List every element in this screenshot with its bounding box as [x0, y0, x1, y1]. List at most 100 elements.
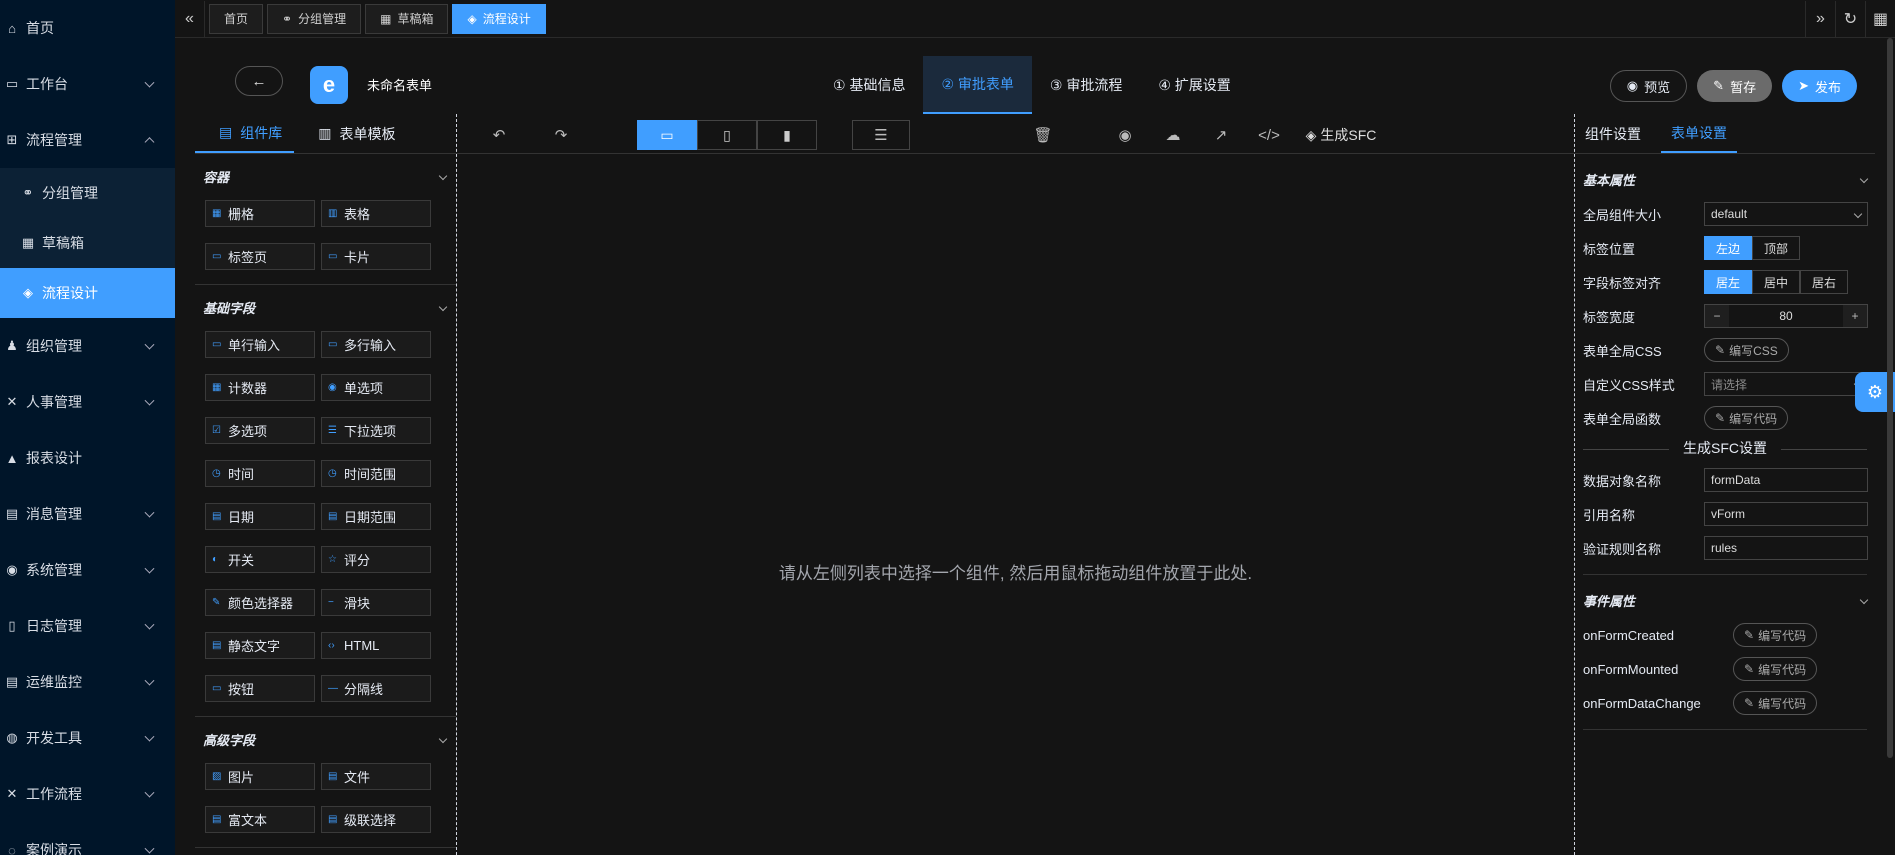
section-header[interactable]: 高级字段: [195, 727, 456, 751]
refresh-icon[interactable]: ↻: [1835, 0, 1865, 37]
edit-event-code-label: 编写代码: [1758, 662, 1807, 677]
label-position-left[interactable]: 左边: [1704, 236, 1753, 260]
component-item[interactable]: ☰ 下拉选项: [321, 417, 431, 444]
preview-button[interactable]: ◉ 预览: [1609, 70, 1688, 102]
sidebar-item-8[interactable]: ▲ 报表设计: [0, 430, 175, 486]
mobile-icon[interactable]: ▮: [757, 120, 817, 150]
sidebar-item-12[interactable]: ▤ 运维监控: [0, 654, 175, 710]
redo-icon[interactable]: ↷: [549, 120, 573, 150]
edit-css-button[interactable]: ✎ 编写CSS: [1704, 338, 1789, 362]
tab-0[interactable]: 首页: [209, 3, 264, 34]
component-item[interactable]: ▭ 标签页: [205, 243, 315, 270]
save-draft-button[interactable]: ✎ 暂存: [1697, 70, 1773, 102]
sidebar-item-2[interactable]: ⊞ 流程管理: [0, 112, 175, 168]
component-item[interactable]: ▤ 富文本: [205, 806, 315, 833]
component-item[interactable]: ▤ 日期: [205, 503, 315, 530]
generate-sfc-button[interactable]: ◈ 生成SFC: [1301, 120, 1381, 150]
component-item[interactable]: ◷ 时间范围: [321, 460, 431, 487]
step-3[interactable]: ③ 审批流程: [1032, 56, 1140, 114]
publish-button[interactable]: ➤ 发布: [1782, 70, 1857, 102]
grid-menu-icon[interactable]: ▦: [1865, 0, 1895, 37]
component-item[interactable]: ✎ 颜色选择器: [205, 589, 315, 616]
edit-func-button[interactable]: ✎ 编写代码: [1704, 406, 1789, 430]
sidebar-item-11[interactable]: ▯ 日志管理: [0, 598, 175, 654]
sidebar-item-3[interactable]: ⚭ 分组管理: [0, 168, 175, 218]
event-properties-header[interactable]: 事件属性: [1575, 585, 1875, 615]
basic-properties-header[interactable]: 基本属性: [1575, 164, 1875, 194]
code-icon[interactable]: </>: [1257, 120, 1281, 150]
edit-event-code-button[interactable]: ✎ 编写代码: [1733, 691, 1818, 715]
collapse-left-icon[interactable]: «: [175, 0, 205, 37]
component-item[interactable]: ▭ 卡片: [321, 243, 431, 270]
component-item[interactable]: ‹› HTML: [321, 632, 431, 659]
label-width-value[interactable]: 80: [1729, 305, 1843, 327]
edit-event-code-button[interactable]: ✎ 编写代码: [1733, 657, 1818, 681]
step-4[interactable]: ④ 扩展设置: [1140, 56, 1248, 114]
tab-component-library[interactable]: ▤ 组件库: [195, 114, 295, 153]
undo-icon[interactable]: ↶: [487, 120, 511, 150]
align-center[interactable]: 居中: [1752, 270, 1801, 294]
tablet-icon[interactable]: ▯: [697, 120, 757, 150]
sidebar-item-9[interactable]: ▤ 消息管理: [0, 486, 175, 542]
component-item[interactable]: ▦ 计数器: [205, 374, 315, 401]
component-item[interactable]: ▤ 文件: [321, 763, 431, 790]
component-item[interactable]: ▤ 级联选择: [321, 806, 431, 833]
preview-eye-icon[interactable]: ◉: [1113, 120, 1137, 150]
component-item[interactable]: ▭ 按钮: [205, 675, 315, 702]
tab-component-settings[interactable]: 组件设置: [1575, 114, 1651, 153]
step-1[interactable]: ① 基础信息: [815, 56, 923, 114]
scrollbar[interactable]: [1887, 38, 1893, 758]
component-item[interactable]: ◉ 单选项: [321, 374, 431, 401]
edit-event-code-button[interactable]: ✎ 编写代码: [1733, 623, 1818, 647]
plus-icon[interactable]: +: [1843, 305, 1867, 327]
component-item[interactable]: ▤ 静态文字: [205, 632, 315, 659]
ref-name-input[interactable]: vForm: [1704, 502, 1868, 526]
back-button[interactable]: ←: [235, 66, 283, 96]
sidebar-item-5[interactable]: ◈ 流程设计: [0, 268, 175, 318]
sidebar-item-14[interactable]: ✕ 工作流程: [0, 766, 175, 822]
custom-css-select[interactable]: 请选择: [1704, 372, 1868, 396]
component-item[interactable]: ▤ 日期范围: [321, 503, 431, 530]
sidebar-item-7[interactable]: ✕ 人事管理: [0, 374, 175, 430]
tab-form-templates[interactable]: ▥ 表单模板: [294, 114, 407, 153]
component-item[interactable]: ▭ 多行输入: [321, 331, 431, 358]
align-right[interactable]: 居右: [1800, 270, 1849, 294]
delete-icon[interactable]: 🗑: [1031, 120, 1055, 150]
tab-form-settings[interactable]: 表单设置: [1661, 114, 1737, 153]
step-2[interactable]: ② 审批表单: [923, 56, 1032, 114]
sidebar-item-10[interactable]: ◉ 系统管理: [0, 542, 175, 598]
sidebar-item-13[interactable]: ◍ 开发工具: [0, 710, 175, 766]
component-item[interactable]: ▦ 栅格: [205, 200, 315, 227]
component-item[interactable]: − 滑块: [321, 589, 431, 616]
minus-icon[interactable]: −: [1705, 305, 1729, 327]
component-item[interactable]: ◷ 时间: [205, 460, 315, 487]
sidebar-item-4[interactable]: ▦ 草稿箱: [0, 218, 175, 268]
tab-1[interactable]: ⚭ 分组管理: [267, 3, 362, 34]
size-select[interactable]: default: [1704, 202, 1868, 226]
upload-icon[interactable]: ☁: [1161, 120, 1185, 150]
component-item[interactable]: — 分隔线: [321, 675, 431, 702]
rules-name-input[interactable]: rules: [1704, 536, 1868, 560]
tree-view-icon[interactable]: ☰: [852, 120, 910, 150]
sidebar-item-1[interactable]: ▭ 工作台: [0, 56, 175, 112]
sidebar-item-0[interactable]: ⌂ 首页: [0, 0, 175, 56]
sidebar-item-6[interactable]: ♟ 组织管理: [0, 318, 175, 374]
data-object-input[interactable]: formData: [1704, 468, 1868, 492]
component-item[interactable]: ▨ 图片: [205, 763, 315, 790]
component-item[interactable]: ▥ 表格: [321, 200, 431, 227]
label-position-top[interactable]: 顶部: [1752, 236, 1801, 260]
tab-2[interactable]: ▦ 草稿箱: [365, 3, 449, 34]
design-canvas[interactable]: ↶ ↷ ▭ ▯ ▮ ☰ 🗑 ◉ ☁ ↗ </> ◈ 生成SFC 请从左侧列表中选择…: [457, 114, 1575, 855]
section-header[interactable]: 基础字段: [195, 295, 456, 319]
export-icon[interactable]: ↗: [1209, 120, 1233, 150]
component-item[interactable]: ☆ 评分: [321, 546, 431, 573]
desktop-icon[interactable]: ▭: [637, 120, 697, 150]
component-item[interactable]: ☑ 多选项: [205, 417, 315, 444]
component-item[interactable]: ▭ 单行输入: [205, 331, 315, 358]
section-header[interactable]: 容器: [195, 164, 456, 188]
component-item[interactable]: ◐ 开关: [205, 546, 315, 573]
sidebar-item-15[interactable]: ◌ 案例演示: [0, 822, 175, 855]
align-left[interactable]: 居左: [1704, 270, 1753, 294]
tab-3[interactable]: ◈ 流程设计: [452, 3, 546, 34]
expand-right-icon[interactable]: »: [1805, 0, 1835, 37]
